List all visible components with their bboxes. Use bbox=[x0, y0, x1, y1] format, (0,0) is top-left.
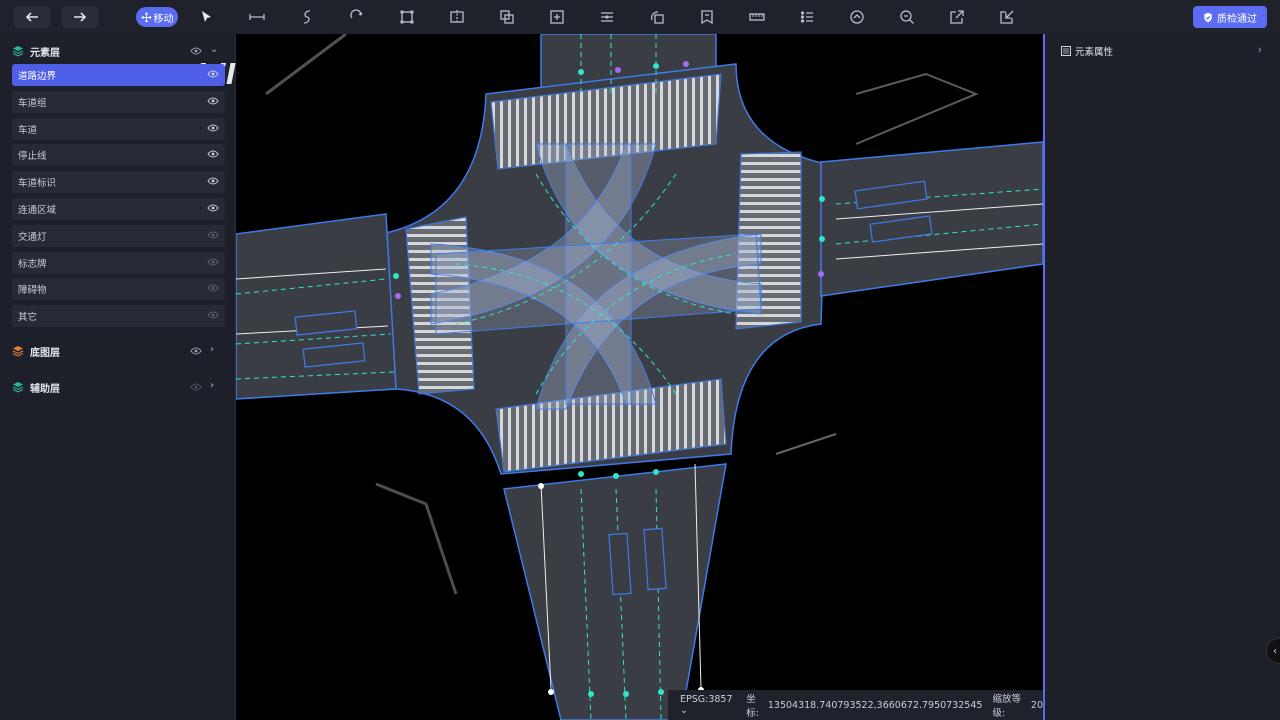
back-button[interactable] bbox=[14, 6, 50, 28]
aux-layer-label: 辅助层 bbox=[30, 383, 60, 395]
epsg-select[interactable]: EPSG:3857 ⌄ bbox=[680, 694, 736, 716]
coord-value: 13504318.740793522,3660672.7950732545 bbox=[767, 699, 983, 711]
eye-icon[interactable] bbox=[207, 203, 219, 215]
arrow-right-icon bbox=[74, 12, 87, 22]
layer-item-label: 标志牌 bbox=[18, 258, 47, 270]
aux-layer-header[interactable]: 辅助层 › bbox=[12, 378, 224, 396]
map-drawing bbox=[236, 34, 1043, 720]
properties-icon bbox=[1061, 46, 1071, 56]
map-canvas[interactable] bbox=[236, 34, 1043, 720]
merge-tool-icon[interactable] bbox=[498, 8, 516, 26]
element-layer-label: 元素层 bbox=[30, 47, 60, 59]
layer-item[interactable]: 车道组 bbox=[12, 90, 225, 113]
top-toolbar: 移动 质检通过 bbox=[0, 0, 1280, 34]
list-icon[interactable] bbox=[798, 8, 816, 26]
layer-item[interactable]: 标志牌 bbox=[12, 251, 225, 274]
layer-item[interactable]: 道路边界 bbox=[12, 64, 225, 86]
layer-item[interactable]: 其它 bbox=[12, 305, 225, 328]
layer-item-label: 障碍物 bbox=[18, 285, 47, 297]
eye-off-icon[interactable] bbox=[207, 283, 219, 295]
rectangle-tool-icon[interactable] bbox=[398, 8, 416, 26]
lane-divide-icon[interactable] bbox=[598, 8, 616, 26]
layers-icon bbox=[12, 346, 24, 357]
add-point-icon[interactable] bbox=[548, 8, 566, 26]
layers-icon bbox=[12, 382, 24, 393]
layer-item-label: 停止线 bbox=[18, 151, 47, 163]
properties-header[interactable]: 元素属性 bbox=[1061, 44, 1113, 58]
chevron-left-icon: ‹ bbox=[1273, 645, 1277, 657]
shield-icon bbox=[1204, 12, 1212, 22]
eye-icon[interactable] bbox=[207, 123, 219, 135]
arc-tool-icon[interactable] bbox=[348, 8, 366, 26]
chevron-down-icon[interactable]: ⌄ bbox=[210, 44, 218, 55]
arrow-left-icon bbox=[25, 12, 38, 22]
eye-icon[interactable] bbox=[207, 176, 219, 188]
element-layer-header[interactable]: 元素层 ⌄ bbox=[12, 42, 224, 60]
properties-title: 元素属性 bbox=[1075, 47, 1114, 58]
layer-item[interactable]: 停止线 bbox=[12, 144, 225, 167]
layer-item[interactable]: 交通灯 bbox=[12, 224, 225, 247]
line-tool-icon[interactable] bbox=[248, 8, 266, 26]
chevron-right-icon[interactable]: › bbox=[210, 344, 214, 355]
select-pointer-icon[interactable] bbox=[198, 8, 216, 26]
split-tool-icon[interactable] bbox=[448, 8, 466, 26]
layer-item-label: 道路边界 bbox=[18, 71, 57, 82]
qc-pass-label: 质检通过 bbox=[1217, 13, 1257, 25]
base-layer-header[interactable]: 底图层 › bbox=[12, 342, 224, 360]
forward-button[interactable] bbox=[62, 6, 98, 28]
base-layer-label: 底图层 bbox=[30, 347, 60, 359]
eye-off-icon[interactable] bbox=[207, 310, 219, 322]
eye-off-icon[interactable] bbox=[207, 257, 219, 269]
layer-item[interactable]: 障碍物 bbox=[12, 278, 225, 301]
layers-icon bbox=[12, 46, 24, 57]
properties-panel: 元素属性 › bbox=[1043, 34, 1280, 720]
ruler-icon[interactable] bbox=[748, 8, 766, 26]
import-icon[interactable] bbox=[998, 8, 1016, 26]
sync-icon[interactable] bbox=[848, 8, 866, 26]
layer-item-label: 其它 bbox=[18, 312, 38, 324]
zoom-out-icon[interactable] bbox=[898, 8, 916, 26]
layer-item[interactable]: 车道标识 bbox=[12, 171, 225, 194]
eye-icon[interactable] bbox=[207, 69, 219, 81]
layer-item-label: 车道标识 bbox=[18, 178, 57, 190]
eye-off-icon[interactable] bbox=[190, 382, 202, 392]
document-icon[interactable] bbox=[698, 8, 716, 26]
eye-icon[interactable] bbox=[190, 346, 202, 356]
status-bar: EPSG:3857 ⌄ 坐标: 13504318.740793522,36606… bbox=[668, 690, 1043, 720]
eye-icon[interactable] bbox=[190, 46, 202, 56]
qc-pass-button[interactable]: 质检通过 bbox=[1193, 6, 1267, 28]
move-tool-button[interactable]: 移动 bbox=[136, 7, 178, 27]
chevron-right-icon[interactable]: › bbox=[210, 380, 214, 391]
zoom-label: 缩放等级: bbox=[992, 694, 1021, 719]
layer-item[interactable]: 车道 bbox=[12, 117, 225, 140]
eye-off-icon[interactable] bbox=[207, 230, 219, 242]
curve-tool-icon[interactable] bbox=[298, 8, 316, 26]
layer-item-label: 连通区域 bbox=[18, 205, 57, 216]
rotate-tool-icon[interactable] bbox=[648, 8, 666, 26]
layer-item[interactable]: 连通区域 bbox=[12, 198, 225, 220]
move-tool-label: 移动 bbox=[153, 13, 174, 25]
layer-item-label: 车道组 bbox=[18, 97, 47, 109]
epsg-value: EPSG:3857 bbox=[680, 694, 733, 705]
coord-label: 坐标: bbox=[746, 694, 759, 719]
chevron-right-icon[interactable]: › bbox=[1258, 43, 1262, 56]
layer-item-label: 交通灯 bbox=[18, 231, 47, 243]
move-icon bbox=[141, 12, 151, 22]
eye-icon[interactable] bbox=[207, 149, 219, 161]
layer-item-label: 车道 bbox=[18, 124, 38, 136]
zoom-value: 20 bbox=[1030, 699, 1043, 711]
chevron-down-icon: ⌄ bbox=[680, 705, 688, 716]
layer-panel: 元素层 ⌄ CommitLifeV bilibili 道路边界车道组车道停止线车… bbox=[0, 34, 294, 720]
export-icon[interactable] bbox=[948, 8, 966, 26]
eye-icon[interactable] bbox=[207, 96, 219, 108]
